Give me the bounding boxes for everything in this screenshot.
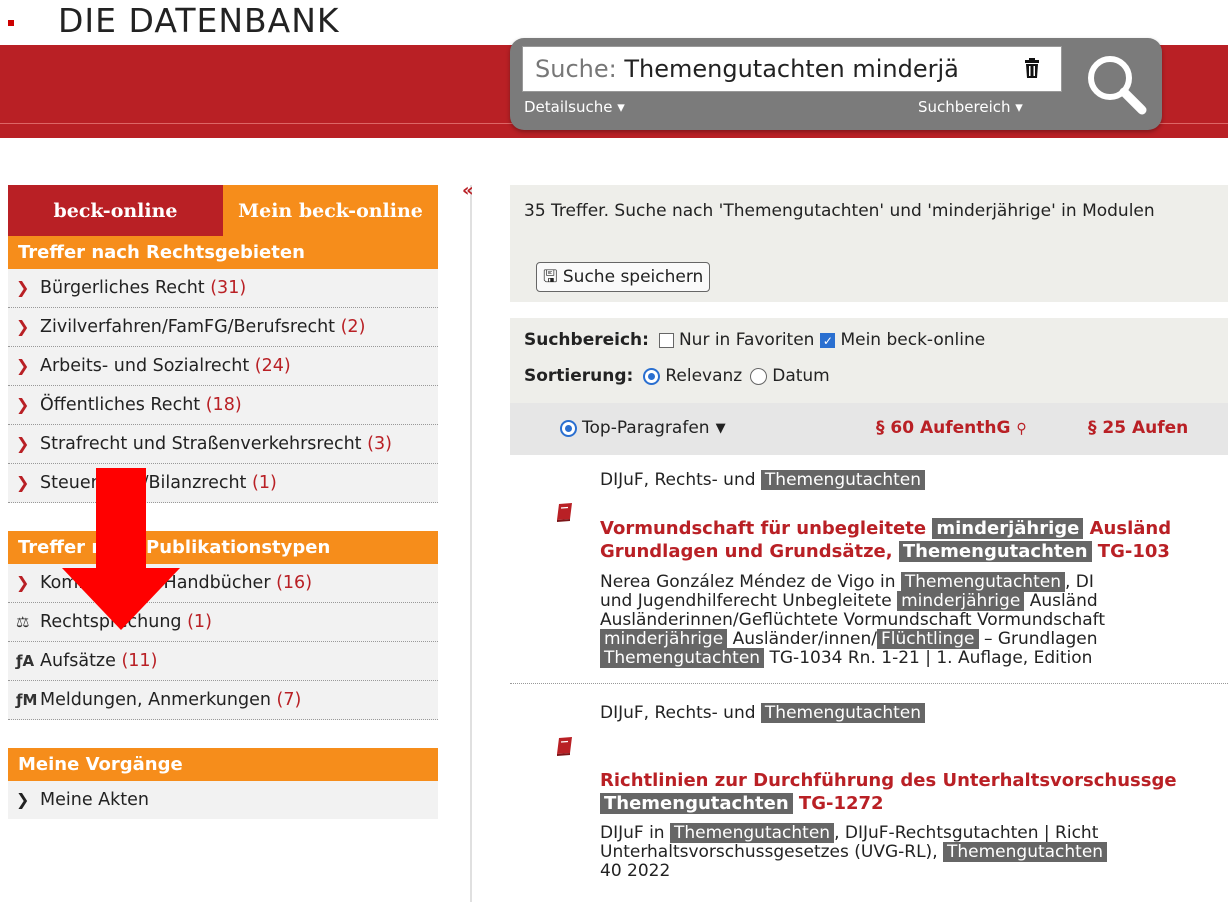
proc-heading: Meine Vorgänge [8, 748, 438, 781]
scales-icon: ⚖ [16, 613, 30, 631]
search-input[interactable]: Suche: Themengutachten minderjä [522, 46, 1062, 92]
sidebar-item-akten[interactable]: ❯ Meine Akten [8, 781, 438, 819]
filter-panel: Suchbereich: Nur in Favoriten ✓ Mein bec… [510, 318, 1228, 403]
column-divider [470, 185, 472, 902]
top-paragraphs-bar: Top-Paragrafen ▼ § 60 AufenthG ⚲ § 25 Au… [510, 403, 1228, 455]
news-icon: ƒM [16, 691, 38, 709]
sidebar-item-area[interactable]: ❯ Strafrecht und Straßenverkehrsrecht (3) [8, 425, 438, 464]
result-title[interactable]: Vormundschaft für unbegleitete minderjäh… [600, 517, 1228, 563]
tab-mein-beck-online[interactable]: Mein beck-online [223, 185, 438, 236]
book-icon [557, 737, 572, 756]
sidebar-item-area[interactable]: ❯ Bürgerliches Recht (31) [8, 269, 438, 308]
results-summary: 35 Treffer. Suche nach 'Themengutachten'… [524, 201, 1155, 221]
paragraph-link[interactable]: § 25 Aufen [1088, 418, 1188, 438]
scope-label: Suchbereich: [524, 330, 649, 350]
result-snippet: DIJuF in Themengutachten, DIJuF-Rechtsgu… [600, 823, 1228, 881]
search-value: Themengutachten minderjä [624, 55, 959, 83]
sort-relevance-label: Relevanz [665, 366, 743, 386]
sort-date-label: Datum [772, 366, 830, 386]
sidebar-item-area[interactable]: ❯ Arbeits- und Sozialrecht (24) [8, 347, 438, 386]
search-icon[interactable] [1080, 48, 1152, 120]
trash-icon[interactable] [1020, 56, 1044, 80]
brand-marker [8, 20, 14, 26]
sort-date-radio[interactable] [750, 367, 768, 385]
favorites-checkbox[interactable] [658, 332, 674, 348]
collapse-sidebar-icon[interactable]: « [462, 180, 474, 201]
areas-heading: Treffer nach Rechtsgebieten [8, 236, 438, 269]
result-source: DIJuF, Rechts- und Themengutachten [600, 703, 926, 723]
paragraph-link[interactable]: § 60 AufenthG ⚲ [876, 418, 1027, 438]
sort-label: Sortierung: [524, 366, 634, 386]
top-paragraphs-toggle[interactable]: Top-Paragrafen ▼ [558, 418, 726, 438]
chevron-right-icon: ❯ [16, 278, 30, 297]
search-label: Suche: [535, 55, 617, 83]
result-source: DIJuF, Rechts- und Themengutachten [600, 470, 926, 490]
top-paragraphs-radio [560, 419, 577, 437]
red-arrow-annotation [62, 468, 180, 630]
search-icon: ⚲ [1016, 421, 1027, 437]
sidebar-item-type[interactable]: ƒM Meldungen, Anmerkungen (7) [8, 681, 438, 720]
chevron-right-icon: ❯ [16, 434, 30, 453]
search-scope-link[interactable]: Suchbereich ▾ [918, 98, 1023, 116]
article-icon: ƒA [16, 652, 35, 670]
sidebar-item-type[interactable]: ƒA Aufsätze (11) [8, 642, 438, 681]
result-snippet: Nerea González Méndez de Vigo in Themeng… [600, 572, 1106, 668]
brand-title: DIE DATENBANK [58, 3, 340, 39]
chevron-right-icon: ❯ [16, 395, 30, 414]
detail-search-link[interactable]: Detailsuche ▾ [524, 98, 625, 116]
proc-list: ❯ Meine Akten [8, 781, 438, 819]
chevron-right-icon: ❯ [16, 573, 30, 592]
save-icon: 🖫 [543, 267, 558, 287]
chevron-right-icon: ❯ [16, 473, 30, 492]
sidebar-item-area[interactable]: ❯ Öffentliches Recht (18) [8, 386, 438, 425]
result-separator [510, 683, 1228, 684]
result-item: DIJuF, Rechts- und Themengutachten Richt… [510, 685, 1228, 902]
chevron-right-icon: ❯ [16, 790, 30, 809]
mine-checkbox[interactable]: ✓ [820, 332, 836, 348]
result-item: DIJuF, Rechts- und Themengutachten Vormu… [510, 455, 1228, 685]
sidebar-item-area[interactable]: ❯ Zivilverfahren/FamFG/Berufsrecht (2) [8, 308, 438, 347]
scope-row: Suchbereich: Nur in Favoriten ✓ Mein bec… [524, 330, 985, 350]
sort-relevance-radio[interactable] [643, 367, 661, 385]
tab-beck-online[interactable]: beck-online [8, 185, 223, 236]
book-icon [557, 503, 572, 522]
favorites-label: Nur in Favoriten [678, 330, 815, 350]
mine-label: Mein beck-online [840, 330, 986, 350]
chevron-right-icon: ❯ [16, 317, 30, 336]
caret-down-icon: ▼ [715, 420, 726, 436]
chevron-right-icon: ❯ [16, 356, 30, 375]
save-search-button[interactable]: 🖫 Suche speichern [536, 262, 711, 292]
result-title[interactable]: Richtlinien zur Durchführung des Unterha… [600, 769, 1228, 815]
results-summary-panel: 35 Treffer. Suche nach 'Themengutachten'… [510, 185, 1228, 302]
sort-row: Sortierung: Relevanz Datum [524, 366, 830, 386]
